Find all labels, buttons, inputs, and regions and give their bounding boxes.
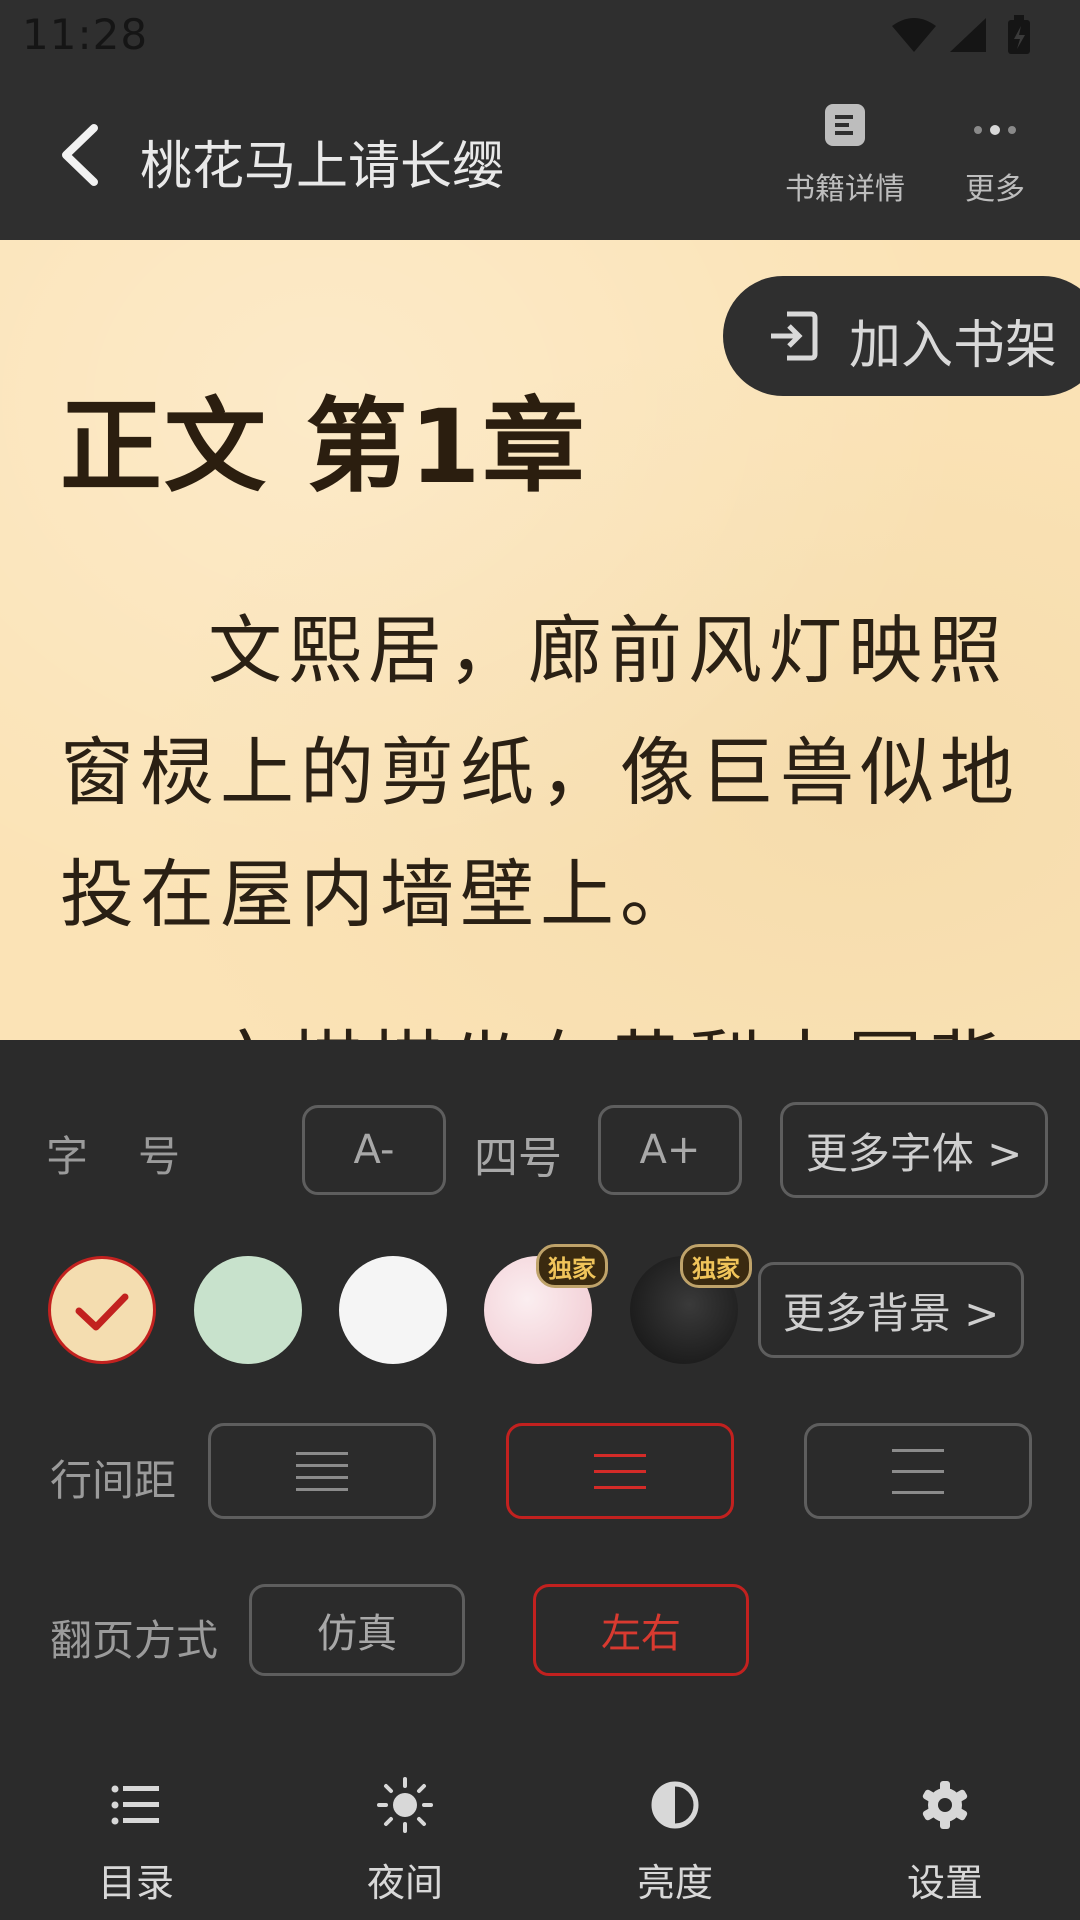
exclusive-badge: 独家: [680, 1244, 752, 1288]
page-turn-simulation-button[interactable]: 仿真: [249, 1584, 465, 1676]
line-spacing-compact-button[interactable]: [208, 1423, 436, 1519]
font-size-label: 字 号: [46, 1132, 185, 1181]
nav-night-label: 夜间: [366, 1861, 443, 1905]
add-shelf-icon: [771, 311, 818, 361]
nav-settings[interactable]: 设置: [865, 1770, 1025, 1907]
page-turn-label: 翻页方式: [50, 1616, 219, 1665]
line-spacing-medium-button[interactable]: [506, 1423, 734, 1519]
nav-brightness[interactable]: 亮度: [595, 1770, 755, 1907]
chapter-paragraph: 文熙居，廊前风灯映照窗棂上的剪纸，像巨兽似地投在屋内墙壁上。: [60, 608, 1020, 938]
wifi-signal-battery-icon: [892, 15, 1030, 54]
font-decrease-button[interactable]: A-: [302, 1105, 446, 1195]
nav-brightness-label: 亮度: [636, 1861, 713, 1905]
more-button[interactable]: 更多: [940, 102, 1050, 208]
partial-next-line: 文棋棋坐在黄梨木圆背椅: [60, 1005, 1030, 1040]
gear-icon: [922, 1781, 968, 1829]
book-details-button[interactable]: 书籍详情: [780, 102, 910, 208]
status-time: 11:28: [22, 10, 149, 59]
more-label: 更多: [965, 172, 1025, 207]
more-dots-icon: [974, 125, 1016, 135]
line-spacing-label: 行间距: [50, 1456, 177, 1505]
line-spacing-compact-icon: [296, 1451, 348, 1491]
contrast-icon: [651, 1781, 699, 1829]
font-increase-button[interactable]: A+: [598, 1105, 742, 1195]
chapter-title: 正文 第1章: [60, 388, 587, 507]
background-option-green[interactable]: [194, 1256, 302, 1364]
chevron-left-icon: [62, 124, 98, 186]
line-spacing-loose-icon: [892, 1448, 944, 1494]
book-details-icon: [825, 104, 865, 146]
background-option-white[interactable]: [339, 1256, 447, 1364]
nav-toc-label: 目录: [97, 1861, 174, 1905]
add-to-shelf-button[interactable]: 加入书架: [723, 276, 1080, 396]
background-option-beige[interactable]: [48, 1256, 156, 1364]
add-shelf-label: 加入书架: [849, 316, 1058, 376]
line-spacing-loose-button[interactable]: [804, 1423, 1032, 1519]
font-size-value: 四号: [474, 1133, 562, 1184]
more-fonts-button[interactable]: 更多字体 >: [780, 1102, 1048, 1198]
more-backgrounds-button[interactable]: 更多背景 >: [758, 1262, 1024, 1358]
list-icon: [111, 1785, 159, 1825]
book-details-label: 书籍详情: [785, 172, 905, 207]
back-button[interactable]: [54, 120, 114, 190]
page-turn-slide-button[interactable]: 左右: [533, 1584, 749, 1676]
book-title: 桃花马上请长缨: [140, 137, 505, 197]
nav-settings-label: 设置: [906, 1861, 983, 1905]
line-spacing-medium-icon: [594, 1453, 646, 1489]
status-icons: [890, 14, 1040, 56]
exclusive-badge: 独家: [536, 1244, 608, 1288]
nav-toc[interactable]: 目录: [56, 1770, 216, 1907]
sun-icon: [377, 1777, 433, 1833]
nav-night-mode[interactable]: 夜间: [325, 1770, 485, 1907]
check-icon: [75, 1293, 129, 1331]
reading-page[interactable]: 正文 第1章 文熙居，廊前风灯映照窗棂上的剪纸，像巨兽似地投在屋内墙壁上。 文棋…: [0, 240, 1080, 1040]
